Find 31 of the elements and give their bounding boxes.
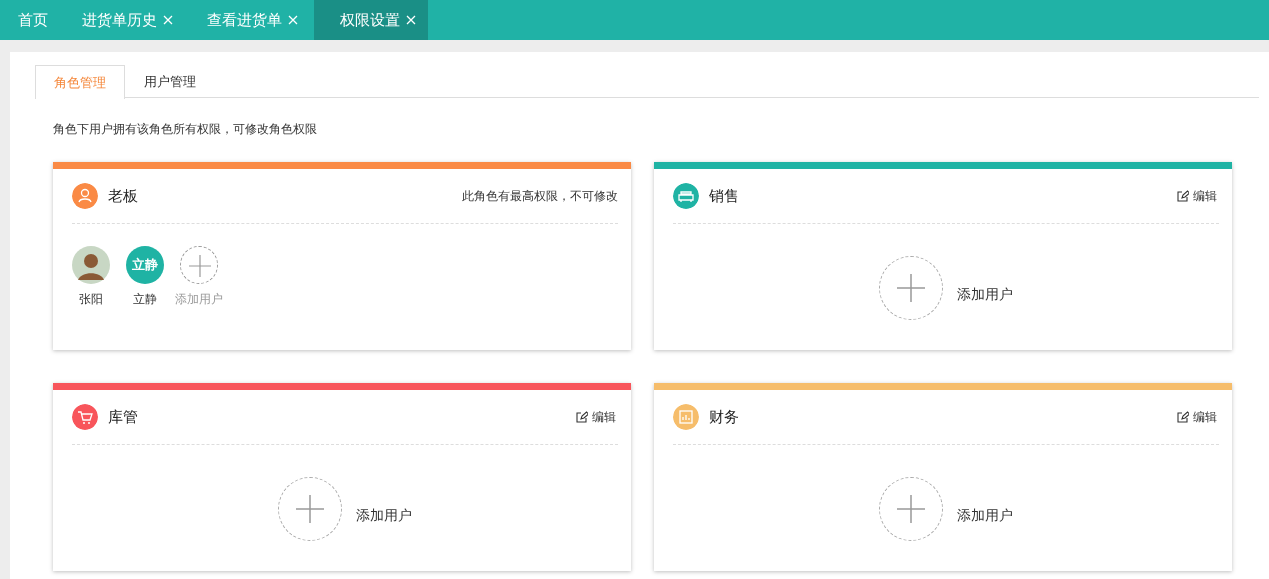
tab[interactable]: 用户管理 [125, 65, 215, 98]
user-name: 立静 [133, 291, 157, 308]
avatar-icon [72, 246, 110, 284]
person-icon [72, 183, 98, 209]
edit-button[interactable]: 编辑 [574, 408, 618, 426]
nav-tab[interactable]: 查看进货单 [189, 0, 314, 40]
edit-button[interactable]: 编辑 [1175, 408, 1219, 426]
add-user-label: 添加用户 [356, 505, 412, 525]
sofa-icon [673, 183, 699, 209]
edit-icon [576, 411, 588, 423]
role-title: 财务 [709, 406, 739, 428]
add-user-label: 添加用户 [175, 291, 223, 308]
chart-icon [673, 404, 699, 430]
role-title: 老板 [108, 185, 138, 207]
add-user-label: 添加用户 [957, 505, 1013, 525]
edit-button[interactable]: 编辑 [1175, 187, 1219, 205]
cart-icon [72, 404, 98, 430]
add-user-label: 添加用户 [957, 284, 1013, 304]
role-note: 此角色有最高权限，不可修改 [462, 188, 618, 205]
add-user-button[interactable] [180, 246, 218, 284]
user-name: 张阳 [79, 291, 103, 308]
nav-tab[interactable]: 进货单历史 [64, 0, 189, 40]
hint-text: 角色下用户拥有该角色所有权限，可修改角色权限 [53, 121, 318, 138]
role-title: 销售 [709, 185, 739, 207]
tab[interactable]: 角色管理 [35, 65, 125, 99]
edit-icon [1177, 411, 1189, 423]
edit-icon [1177, 190, 1189, 202]
nav-tab[interactable]: 首页 [0, 0, 64, 40]
role-title: 库管 [108, 406, 138, 428]
avatar: 立静 [126, 246, 164, 284]
nav-tab[interactable]: 权限设置 [314, 0, 428, 40]
